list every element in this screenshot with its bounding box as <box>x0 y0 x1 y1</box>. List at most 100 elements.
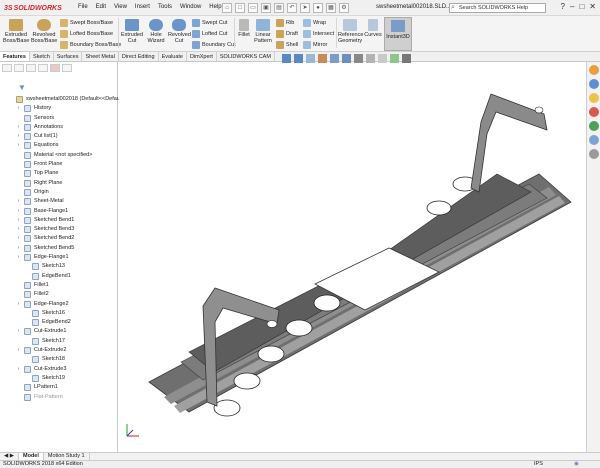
configuration-manager-tab-icon[interactable] <box>26 64 36 72</box>
tree-item[interactable]: › Cut-Extrude2 <box>0 346 118 355</box>
tree-item[interactable]: Flat-Pattern <box>0 393 118 402</box>
chevron-right-icon[interactable]: › <box>16 365 21 374</box>
wrap-button[interactable]: Wrap <box>303 18 326 27</box>
chevron-right-icon[interactable]: › <box>16 216 21 225</box>
lofted-cut-button[interactable]: Lofted Cut <box>192 29 227 38</box>
swept-cut-button[interactable]: Swept Cut <box>192 18 227 27</box>
tree-item[interactable]: Sketch13 <box>0 262 118 271</box>
tree-item[interactable]: › Equations <box>0 141 118 150</box>
fillet-button[interactable]: Fillet <box>237 19 251 38</box>
hole-wizard-button[interactable]: Hole Wizard <box>145 19 167 44</box>
tree-item[interactable]: › Cut-Extrude3 <box>0 365 118 374</box>
tab-sheet-metal[interactable]: Sheet Metal <box>82 52 119 61</box>
filter-icon[interactable]: ▼ <box>18 83 26 92</box>
tree-item[interactable]: Fillet2 <box>0 290 118 299</box>
view-orientation-icon[interactable] <box>342 54 351 63</box>
rebuild-status-icon[interactable]: ◉ <box>574 461 579 468</box>
revolved-boss-button[interactable]: Revolved Boss/Base <box>31 19 57 44</box>
minimize-icon[interactable]: – <box>570 2 574 11</box>
chevron-right-icon[interactable]: › <box>16 123 21 132</box>
chevron-right-icon[interactable]: › <box>16 197 21 206</box>
tree-item[interactable]: › Sketched Bend5 <box>0 244 118 253</box>
chevron-right-icon[interactable]: › <box>16 244 21 253</box>
section-view-icon[interactable] <box>318 54 327 63</box>
tree-item[interactable]: Material <not specified> <box>0 151 118 160</box>
tab-surfaces[interactable]: Surfaces <box>54 52 83 61</box>
chevron-right-icon[interactable]: › <box>16 207 21 216</box>
new-file-icon[interactable]: □ <box>235 3 245 13</box>
tree-item[interactable]: › Sketched Bend3 <box>0 225 118 234</box>
tree-item[interactable]: › Sketched Bend2 <box>0 234 118 243</box>
dynamic-annotation-icon[interactable] <box>330 54 339 63</box>
display-style-icon[interactable] <box>354 54 363 63</box>
instant3d-button[interactable]: Instant3D <box>384 17 412 51</box>
previous-view-icon[interactable] <box>306 54 315 63</box>
tab-dimxpert[interactable]: DimXpert <box>187 52 217 61</box>
chevron-right-icon[interactable]: › <box>16 234 21 243</box>
tree-item[interactable]: › Base-Flange1 <box>0 207 118 216</box>
tab-sketch[interactable]: Sketch <box>30 52 54 61</box>
nav-arrows[interactable]: ◀ ▶ <box>0 453 19 460</box>
open-file-icon[interactable]: ▭ <box>248 3 258 13</box>
tree-item[interactable]: Sketch19 <box>0 374 118 383</box>
extruded-cut-button[interactable]: Extruded Cut <box>121 19 143 44</box>
rebuild-icon[interactable]: ● <box>313 3 323 13</box>
tab-motion-study[interactable]: Motion Study 1 <box>44 453 90 460</box>
tab-model[interactable]: Model <box>19 453 44 460</box>
menu-file[interactable]: File <box>78 4 88 10</box>
display-manager-tab-icon[interactable] <box>50 64 60 72</box>
select-icon[interactable]: ➤ <box>300 3 310 13</box>
tree-item[interactable]: › Cut-Extrude1 <box>0 327 118 336</box>
file-explorer-icon[interactable] <box>588 93 599 103</box>
dimxpert-manager-tab-icon[interactable] <box>38 64 48 72</box>
tree-item[interactable]: Top Plane <box>0 169 118 178</box>
tab-direct-editing[interactable]: Direct Editing <box>119 52 159 61</box>
tree-item[interactable]: Sketch18 <box>0 355 118 364</box>
tree-item[interactable]: Sketch16 <box>0 309 118 318</box>
tree-item[interactable]: Sensors <box>0 114 118 123</box>
print-icon[interactable]: ▤ <box>274 3 284 13</box>
linear-pattern-button[interactable]: Linear Pattern <box>252 19 274 44</box>
help-icon[interactable]: ? <box>561 2 565 11</box>
lofted-boss-button[interactable]: Lofted Boss/Base <box>60 29 113 38</box>
boundary-cut-button[interactable]: Boundary Cut <box>192 40 236 49</box>
tree-item[interactable]: › History <box>0 104 118 113</box>
curves-button[interactable]: Curves <box>364 19 382 38</box>
chevron-right-icon[interactable]: › <box>16 225 21 234</box>
view-settings-icon[interactable] <box>402 54 411 63</box>
tree-item[interactable]: Fillet1 <box>0 281 118 290</box>
hide-show-items-icon[interactable] <box>366 54 375 63</box>
chevron-right-icon[interactable]: › <box>16 253 21 262</box>
appearances-icon[interactable] <box>588 121 599 131</box>
shell-button[interactable]: Shell <box>276 40 298 49</box>
menu-help[interactable]: Help <box>209 4 221 10</box>
menu-view[interactable]: View <box>114 4 127 10</box>
tree-item[interactable]: Front Plane <box>0 160 118 169</box>
menu-window[interactable]: Window <box>180 4 201 10</box>
rib-button[interactable]: Rib <box>276 18 294 27</box>
units-label[interactable]: IPS <box>534 461 543 468</box>
extruded-boss-button[interactable]: Extruded Boss/Base <box>3 19 29 44</box>
solidworks-resources-icon[interactable] <box>588 65 599 75</box>
home-icon[interactable]: ⌂ <box>222 3 232 13</box>
tree-item[interactable]: Origin <box>0 188 118 197</box>
search-input[interactable]: ⌕ Search SOLIDWORKS Help <box>449 3 546 13</box>
forum-icon[interactable] <box>588 149 599 159</box>
chevron-right-icon[interactable]: › <box>16 300 21 309</box>
solidworks-logo[interactable]: 3S SOLIDWORKS <box>4 2 62 14</box>
tree-item[interactable]: › Cut list(1) <box>0 132 118 141</box>
options-icon[interactable]: ⚙ <box>339 3 349 13</box>
custom-properties-icon[interactable] <box>588 135 599 145</box>
tree-item[interactable]: EdgeBend2 <box>0 318 118 327</box>
menu-insert[interactable]: Insert <box>135 4 150 10</box>
tab-solidworks-cam[interactable]: SOLIDWORKS CAM <box>217 52 275 61</box>
graphics-area[interactable] <box>119 62 585 452</box>
menu-tools[interactable]: Tools <box>158 4 172 10</box>
chevron-right-icon[interactable]: › <box>16 346 21 355</box>
tree-item[interactable]: › Sheet-Metal <box>0 197 118 206</box>
chevron-right-icon[interactable]: › <box>16 104 21 113</box>
edit-appearance-icon[interactable] <box>378 54 387 63</box>
property-manager-tab-icon[interactable] <box>14 64 24 72</box>
revolved-cut-button[interactable]: Revolved Cut <box>168 19 191 44</box>
design-library-icon[interactable] <box>588 79 599 89</box>
